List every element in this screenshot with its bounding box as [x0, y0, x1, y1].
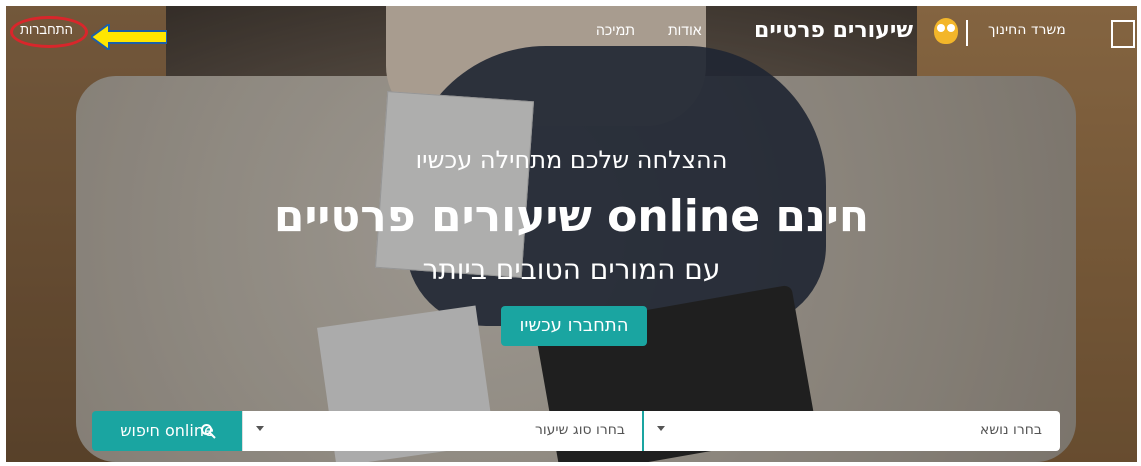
subject-select[interactable]: בחרו נושא [642, 411, 1060, 451]
owl-eye-right [947, 24, 955, 32]
nav-support-link[interactable]: תמיכה [596, 22, 635, 38]
hero-tagline: ההצלחה שלכם מתחילה עכשיו [415, 146, 728, 174]
owl-logo-icon [934, 18, 958, 44]
state-emblem-icon [1111, 20, 1135, 48]
nav-about-link[interactable]: אודות [668, 22, 702, 38]
owl-eye-left [937, 24, 945, 32]
brand-title[interactable]: שיעורים פרטיים [754, 18, 913, 43]
lesson-type-placeholder: בחרו סוג שיעור [534, 422, 625, 438]
top-navigation-bar: התחברות תמיכה אודות שיעורים פרטיים משרד … [6, 6, 1137, 56]
search-icon [201, 424, 216, 439]
subject-placeholder: בחרו נושא [979, 422, 1042, 438]
hero-headline: שיעורים פרטיים online חינם [273, 191, 870, 242]
login-link[interactable]: התחברות [20, 22, 73, 37]
brand-separator [966, 20, 968, 46]
hero-subline: עם המורים הטובים ביותר [422, 253, 721, 286]
ministry-label: משרד החינוך [988, 22, 1066, 38]
left-arrow-annotation-icon [91, 24, 167, 50]
search-online-button[interactable]: חיפוש online [92, 411, 242, 451]
chevron-down-icon [657, 426, 665, 431]
search-bar: חיפוש online בחרו סוג שיעור בחרו נושא [92, 411, 1060, 451]
lesson-type-select[interactable]: בחרו סוג שיעור [242, 411, 643, 451]
chevron-down-icon [256, 426, 264, 431]
hero-section: התחברות תמיכה אודות שיעורים פרטיים משרד … [6, 6, 1137, 462]
connect-now-button[interactable]: התחברו עכשיו [501, 306, 647, 346]
